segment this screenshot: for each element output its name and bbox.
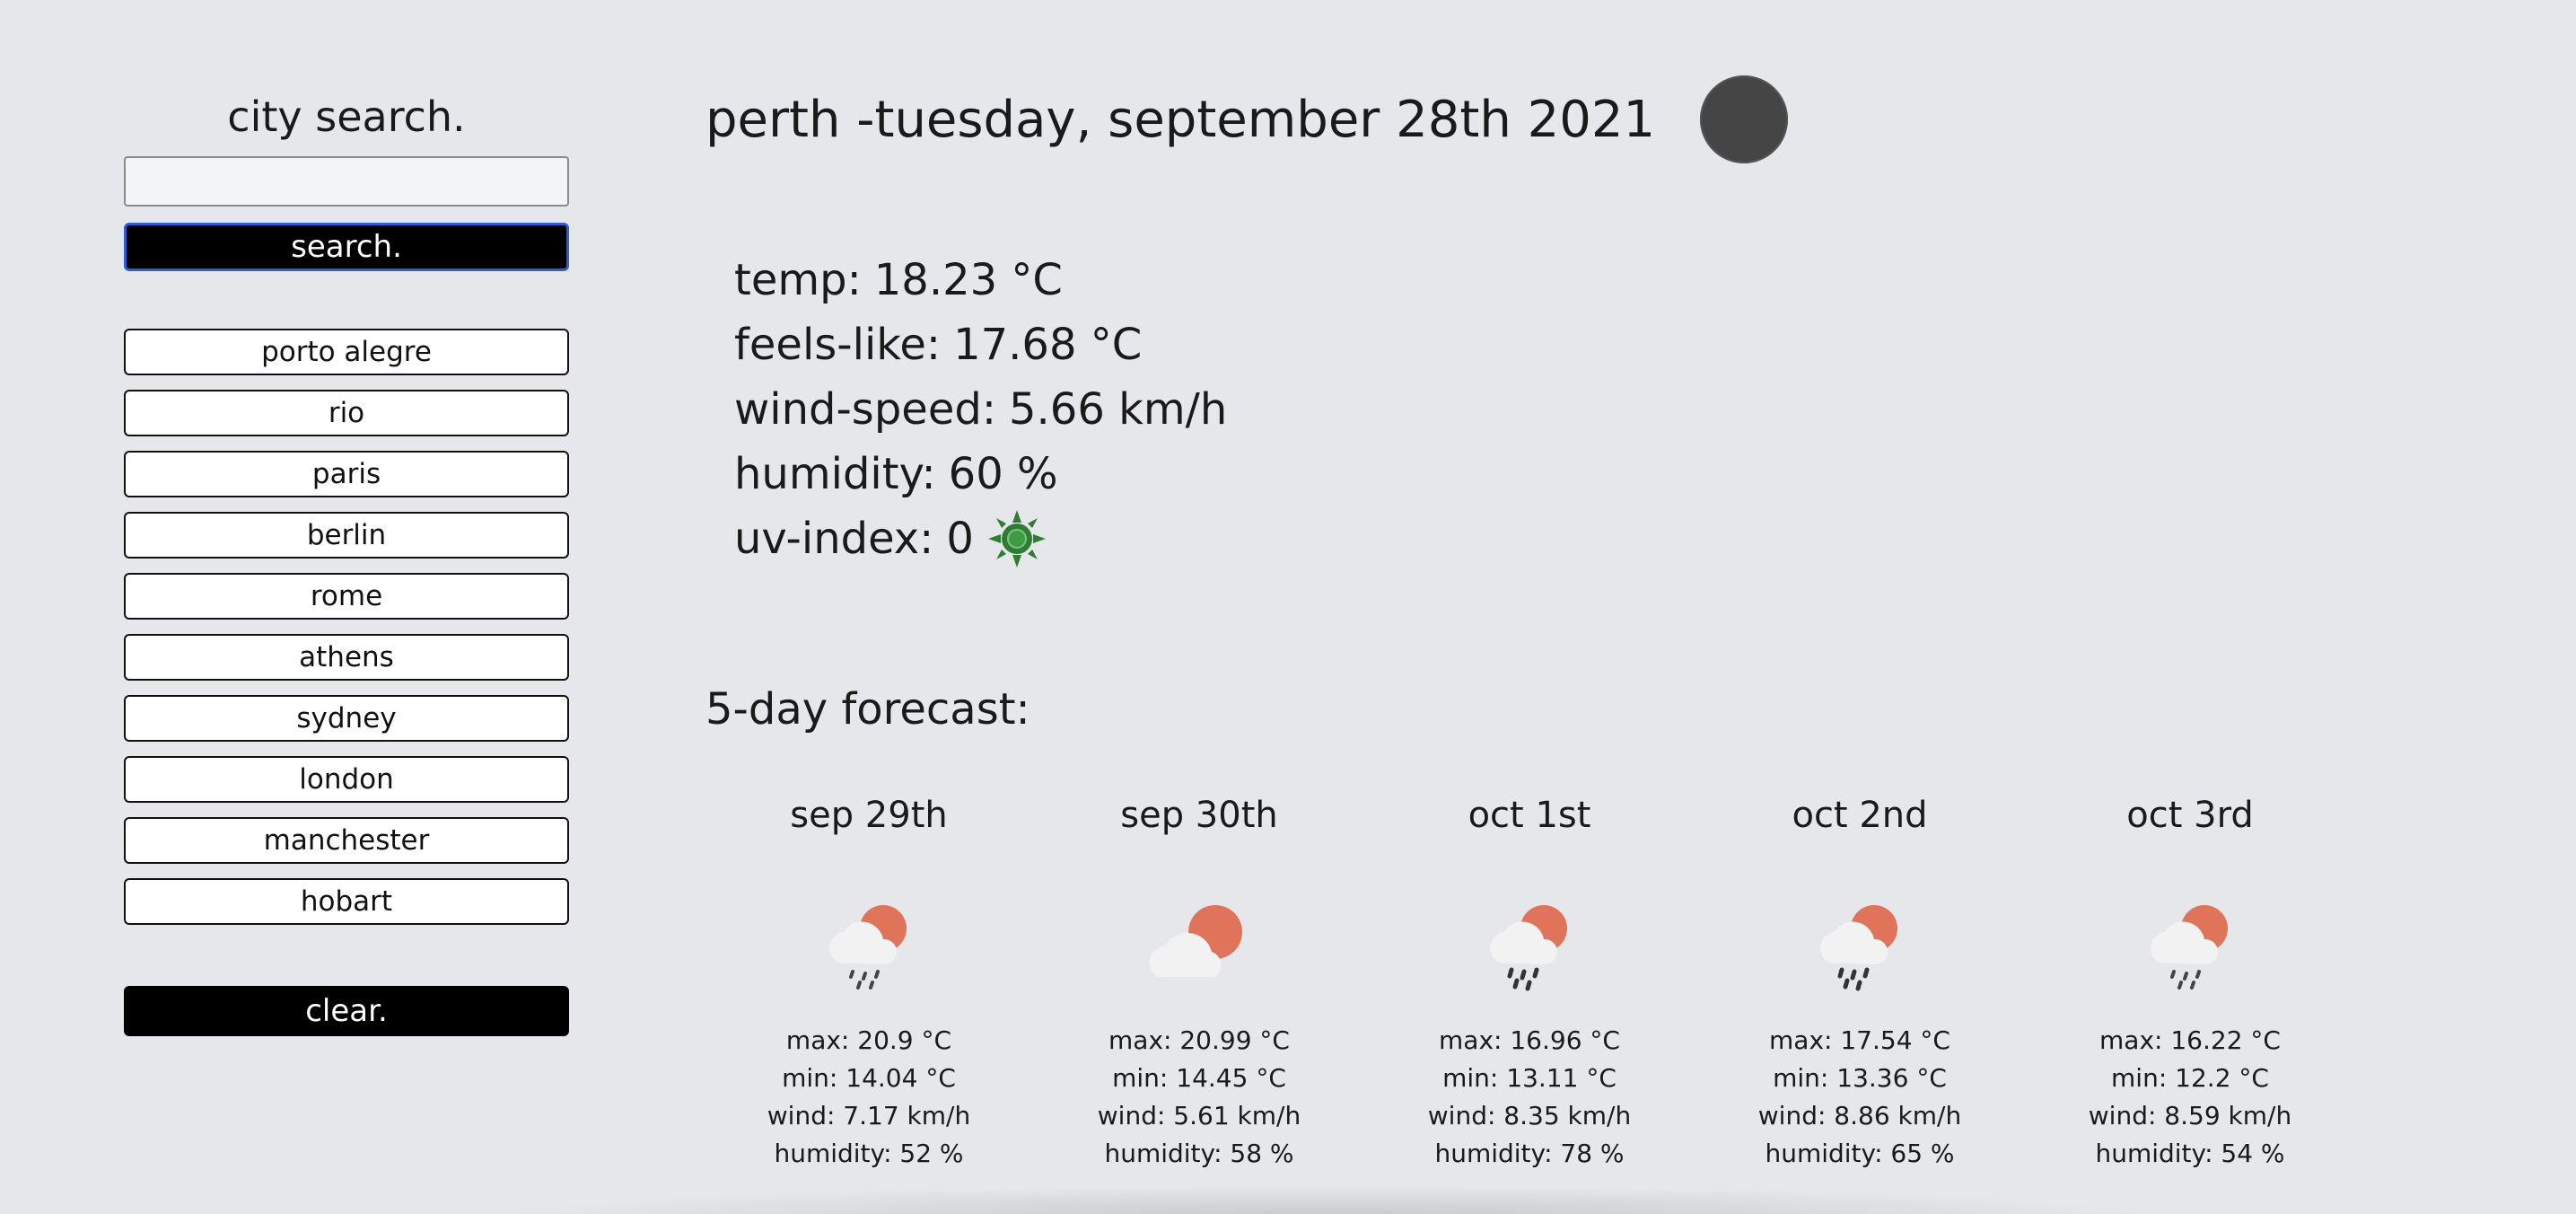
forecast-min: min: 13.11 °C	[1442, 1063, 1617, 1093]
forecast-card: sep 29th max: 20.9 °C min: 14.04 °C wind…	[704, 790, 1034, 1173]
humidity-label: humidity:	[734, 449, 936, 499]
city-search-panel: city search. search. porto alegre rio pa…	[124, 90, 569, 1036]
humidity-row: humidity: 60 %	[734, 442, 1227, 506]
forecast-humidity: humidity: 52 %	[774, 1139, 964, 1168]
forecast-min: min: 14.04 °C	[782, 1063, 956, 1093]
search-button[interactable]: search.	[124, 223, 569, 271]
forecast-date: oct 2nd	[1792, 795, 1928, 836]
forecast-max: max: 20.9 °C	[785, 1025, 952, 1055]
history-city-button[interactable]: sydney	[124, 695, 569, 742]
forecast-wind: wind: 8.86 km/h	[1757, 1101, 1962, 1130]
clear-button[interactable]: clear.	[124, 986, 569, 1036]
current-weather-stats: temp: 18.23 °C feels-like: 17.68 °C wind…	[734, 248, 1227, 571]
forecast-list: sep 29th max: 20.9 °C min: 14.04 °C wind…	[704, 790, 2355, 1173]
forecast-date: sep 30th	[1120, 795, 1278, 836]
history-city-button[interactable]: athens	[124, 634, 569, 681]
wind-speed-value: 5.66 km/h	[1008, 384, 1228, 435]
wind-speed-row: wind-speed: 5.66 km/h	[734, 377, 1227, 442]
history-city-button[interactable]: rome	[124, 573, 569, 620]
history-city-button[interactable]: london	[124, 756, 569, 803]
forecast-max: max: 16.22 °C	[2099, 1025, 2281, 1055]
wind-speed-label: wind-speed:	[734, 384, 996, 435]
forecast-min: min: 14.45 °C	[1112, 1063, 1286, 1093]
forecast-wind: wind: 7.17 km/h	[767, 1101, 971, 1130]
city-date-title: perth -tuesday, september 28th 2021	[705, 90, 1656, 149]
temp-value: 18.23 °C	[873, 255, 1063, 305]
sun-icon	[987, 510, 1046, 567]
history-city-button[interactable]: paris	[124, 451, 569, 497]
forecast-card: oct 1st max: 16.96 °C min: 13.11 °C wind…	[1364, 790, 1695, 1173]
dark-circle-weather-icon	[1700, 75, 1789, 163]
light-rain-icon	[2151, 905, 2228, 990]
forecast-card: oct 2nd max: 17.54 °C min: 13.36 °C wind…	[1695, 790, 2025, 1173]
search-history-list: porto alegre rio paris berlin rome athen…	[124, 329, 569, 925]
feels-like-row: feels-like: 17.68 °C	[734, 312, 1227, 377]
city-search-input[interactable]	[124, 156, 569, 207]
forecast-wind: wind: 8.59 km/h	[2088, 1101, 2292, 1130]
uv-index-value: 0	[946, 514, 974, 564]
uv-index-row: uv-index: 0	[734, 506, 1227, 571]
temp-label: temp:	[734, 255, 862, 305]
forecast-date: oct 1st	[1468, 795, 1591, 836]
history-city-button[interactable]: manchester	[124, 817, 569, 864]
forecast-date: oct 3rd	[2126, 795, 2254, 836]
history-city-button[interactable]: rio	[124, 390, 569, 436]
forecast-max: max: 17.54 °C	[1769, 1025, 1950, 1055]
feels-like-value: 17.68 °C	[953, 320, 1143, 370]
forecast-date: sep 29th	[790, 795, 948, 836]
forecast-humidity: humidity: 58 %	[1104, 1139, 1294, 1168]
current-weather-header: perth -tuesday, september 28th 2021	[705, 75, 1789, 163]
uv-index-label: uv-index:	[734, 514, 934, 564]
forecast-wind: wind: 5.61 km/h	[1097, 1101, 1301, 1130]
forecast-max: max: 16.96 °C	[1439, 1025, 1620, 1055]
city-search-title: city search.	[227, 92, 466, 141]
forecast-humidity: humidity: 78 %	[1434, 1139, 1625, 1168]
rain-icon	[1820, 905, 1897, 991]
forecast-min: min: 13.36 °C	[1773, 1063, 1947, 1093]
temp-row: temp: 18.23 °C	[734, 248, 1227, 312]
history-city-button[interactable]: porto alegre	[124, 329, 569, 375]
forecast-humidity: humidity: 65 %	[1765, 1139, 1955, 1168]
bottom-shadow	[503, 1185, 2154, 1214]
history-city-button[interactable]: hobart	[124, 878, 569, 925]
forecast-wind: wind: 8.35 km/h	[1427, 1101, 1632, 1130]
forecast-title: 5-day forecast:	[705, 684, 1030, 735]
rain-icon	[1490, 905, 1567, 991]
forecast-humidity: humidity: 54 %	[2095, 1139, 2285, 1168]
forecast-card: oct 3rd max: 16.22 °C min: 12.2 °C wind:…	[2025, 790, 2355, 1173]
humidity-value: 60 %	[948, 449, 1058, 499]
history-city-button[interactable]: berlin	[124, 512, 569, 559]
partly-cloudy-icon	[1149, 905, 1242, 977]
forecast-min: min: 12.2 °C	[2111, 1063, 2269, 1093]
forecast-card: sep 30th max: 20.99 °C min: 14.45 °C win…	[1034, 790, 1364, 1173]
light-rain-icon	[829, 905, 907, 990]
feels-like-label: feels-like:	[734, 320, 942, 370]
forecast-max: max: 20.99 °C	[1108, 1025, 1290, 1055]
